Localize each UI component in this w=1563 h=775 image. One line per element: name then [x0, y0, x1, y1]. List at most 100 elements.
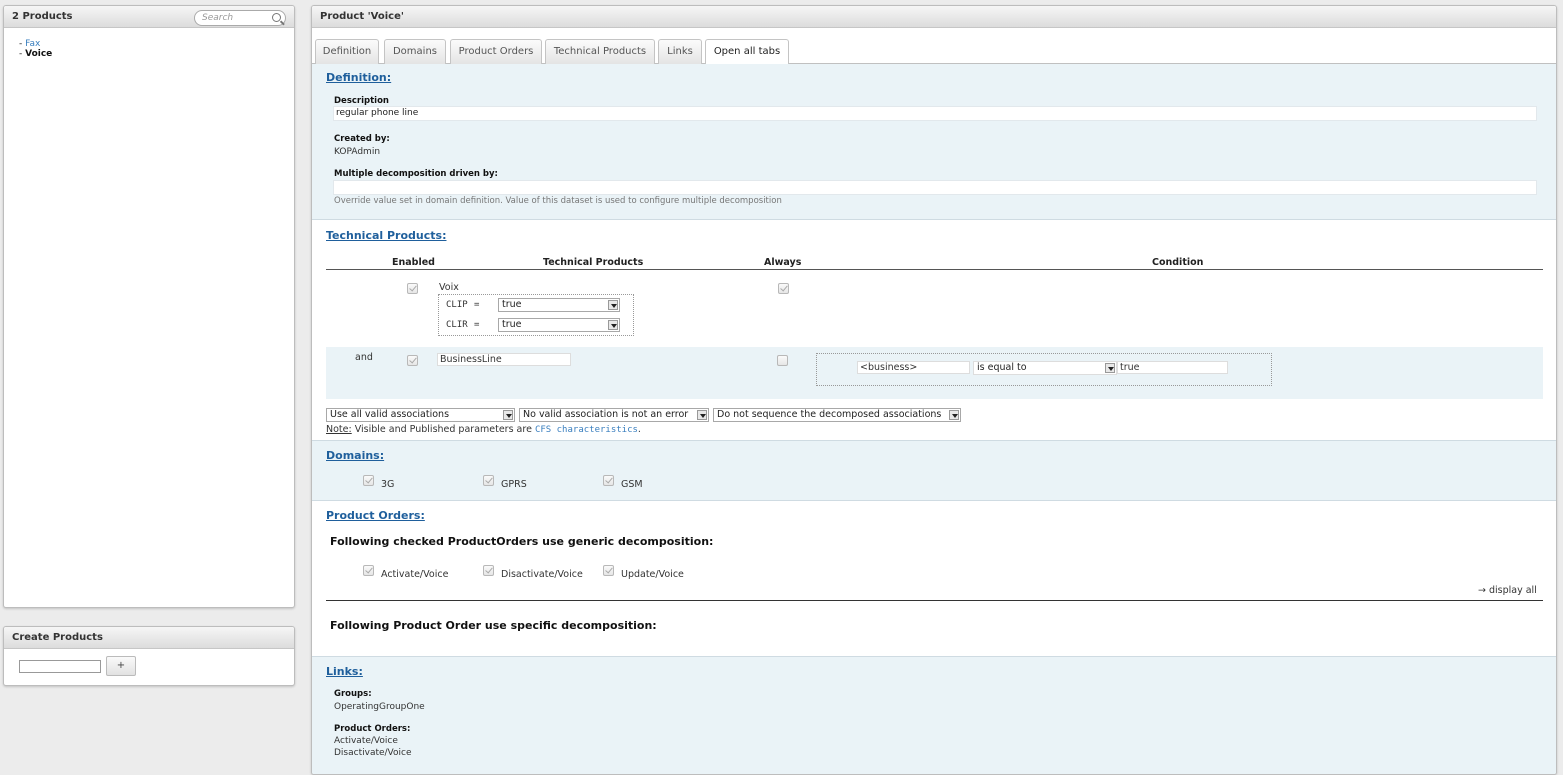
tree-item-label[interactable]: Voice	[25, 49, 52, 59]
enabled-checkbox[interactable]	[407, 283, 418, 294]
chevron-down-icon[interactable]	[503, 410, 513, 420]
technical-products-title[interactable]: Technical Products:	[326, 229, 446, 242]
linked-order-item: Activate/Voice	[334, 736, 398, 746]
orders-divider	[326, 600, 1543, 601]
create-products-panel: Create Products +	[3, 626, 295, 686]
description-label: Description	[334, 96, 389, 106]
search-placeholder: Search	[202, 13, 234, 23]
error-policy-select[interactable]: No valid association is not an error	[519, 408, 709, 422]
display-all-link[interactable]: → display all	[1478, 585, 1537, 596]
tab-bar: Definition Domains Product Orders Techni…	[312, 28, 1556, 65]
product-order-checkbox[interactable]	[483, 565, 494, 576]
product-detail-title: Product 'Voice'	[320, 11, 404, 22]
product-orders-section: Product Orders: Following checked Produc…	[312, 501, 1556, 657]
param-name: CLIP	[446, 300, 468, 310]
note-line: Note: Visible and Published parameters a…	[326, 424, 641, 435]
tab-definition[interactable]: Definition	[315, 39, 379, 64]
add-product-button[interactable]: +	[106, 656, 136, 676]
groups-value: OperatingGroupOne	[334, 702, 425, 712]
chevron-down-icon[interactable]	[1105, 363, 1115, 373]
products-panel-header: 2 Products Search	[4, 6, 294, 28]
chevron-down-icon[interactable]	[949, 410, 959, 420]
note-text: Visible and Published parameters are	[354, 424, 532, 435]
tab-technical-products[interactable]: Technical Products	[545, 39, 655, 64]
note-label: Note:	[326, 424, 352, 435]
param-value: true	[502, 319, 522, 330]
multi-decomp-field[interactable]	[333, 180, 1537, 195]
domain-checkbox[interactable]	[603, 475, 614, 486]
domains-title[interactable]: Domains:	[326, 449, 384, 462]
links-title[interactable]: Links:	[326, 665, 363, 678]
definition-section: Definition: Description regular phone li…	[312, 64, 1556, 220]
condition-value-input[interactable]: true	[1117, 361, 1228, 374]
chevron-down-icon[interactable]	[608, 300, 618, 310]
param-value-select[interactable]: true	[498, 298, 620, 312]
tree-item-voice[interactable]: - Voice	[19, 49, 294, 59]
generic-decomposition-heading: Following checked ProductOrders use gene…	[330, 535, 714, 548]
groups-label: Groups:	[334, 689, 372, 699]
param-value-select[interactable]: true	[498, 318, 620, 332]
multi-decomp-hint: Override value set in domain definition.…	[334, 196, 782, 206]
condition-operator-select[interactable]: is equal to	[973, 361, 1117, 375]
sequence-select[interactable]: Do not sequence the decomposed associati…	[713, 408, 961, 422]
enabled-checkbox[interactable]	[407, 355, 418, 366]
error-policy-select-value: No valid association is not an error	[523, 409, 689, 420]
multi-decomp-label: Multiple decomposition driven by:	[334, 169, 498, 179]
domain-label: GSM	[621, 479, 643, 490]
products-panel: 2 Products Search - Fax - Voice	[3, 5, 295, 608]
tab-domains[interactable]: Domains	[384, 39, 446, 64]
condition-operator: is equal to	[977, 362, 1027, 373]
row-prefix: and	[355, 352, 373, 363]
tree-item-label[interactable]: Fax	[25, 39, 40, 49]
domain-checkbox[interactable]	[483, 475, 494, 486]
association-select-value: Use all valid associations	[330, 409, 450, 420]
domain-checkbox[interactable]	[363, 475, 374, 486]
product-order-checkbox[interactable]	[363, 565, 374, 576]
chevron-down-icon[interactable]	[697, 410, 707, 420]
created-by-label: Created by:	[334, 134, 390, 144]
col-header-enabled: Enabled	[392, 257, 435, 268]
product-order-checkbox[interactable]	[603, 565, 614, 576]
links-section: Links: Groups: OperatingGroupOne Product…	[312, 657, 1556, 774]
tree-item-fax[interactable]: - Fax	[19, 39, 294, 49]
specific-decomposition-heading: Following Product Order use specific dec…	[330, 619, 657, 632]
domains-section: Domains: 3G GPRS GSM	[312, 441, 1556, 501]
product-tree: - Fax - Voice	[4, 28, 294, 59]
cfs-characteristics-link[interactable]: CFS characteristics	[535, 425, 638, 435]
sequence-select-value: Do not sequence the decomposed associati…	[717, 409, 942, 420]
table-header-divider	[326, 269, 1543, 270]
product-order-label: Disactivate/Voice	[501, 569, 583, 580]
param-operator: =	[474, 320, 480, 330]
create-panel-header: Create Products	[4, 627, 294, 649]
product-order-label: Update/Voice	[621, 569, 684, 580]
tab-links[interactable]: Links	[658, 39, 702, 64]
tab-product-orders[interactable]: Product Orders	[450, 39, 542, 64]
linked-orders-label: Product Orders:	[334, 724, 411, 734]
search-icon[interactable]	[272, 13, 281, 22]
product-detail-panel: Product 'Voice' Definition Domains Produ…	[311, 5, 1557, 775]
param-operator: =	[474, 300, 480, 310]
col-header-condition: Condition	[1152, 257, 1204, 268]
domain-label: GPRS	[501, 479, 527, 490]
condition-field-input[interactable]: <business>	[857, 361, 970, 374]
description-field[interactable]: regular phone line	[333, 106, 1537, 121]
new-product-name-input[interactable]	[19, 660, 101, 673]
tab-open-all[interactable]: Open all tabs	[705, 39, 789, 65]
technical-product-name[interactable]: BusinessLine	[437, 353, 571, 366]
definition-title[interactable]: Definition:	[326, 71, 391, 84]
technical-product-name: Voix	[439, 282, 459, 293]
chevron-down-icon[interactable]	[608, 320, 618, 330]
always-checkbox[interactable]	[777, 355, 788, 366]
product-orders-title[interactable]: Product Orders:	[326, 509, 425, 522]
association-select[interactable]: Use all valid associations	[326, 408, 515, 422]
products-panel-title: 2 Products	[12, 11, 73, 22]
created-by-value: KOPAdmin	[334, 147, 381, 157]
technical-products-section: Technical Products: Enabled Technical Pr…	[312, 221, 1556, 441]
linked-order-item: Disactivate/Voice	[334, 748, 412, 758]
create-panel-title: Create Products	[12, 632, 103, 643]
param-value: true	[502, 299, 522, 310]
col-header-technical-products: Technical Products	[543, 257, 644, 268]
always-checkbox[interactable]	[778, 283, 789, 294]
search-input[interactable]: Search	[194, 10, 286, 26]
product-detail-header: Product 'Voice'	[312, 6, 1556, 28]
